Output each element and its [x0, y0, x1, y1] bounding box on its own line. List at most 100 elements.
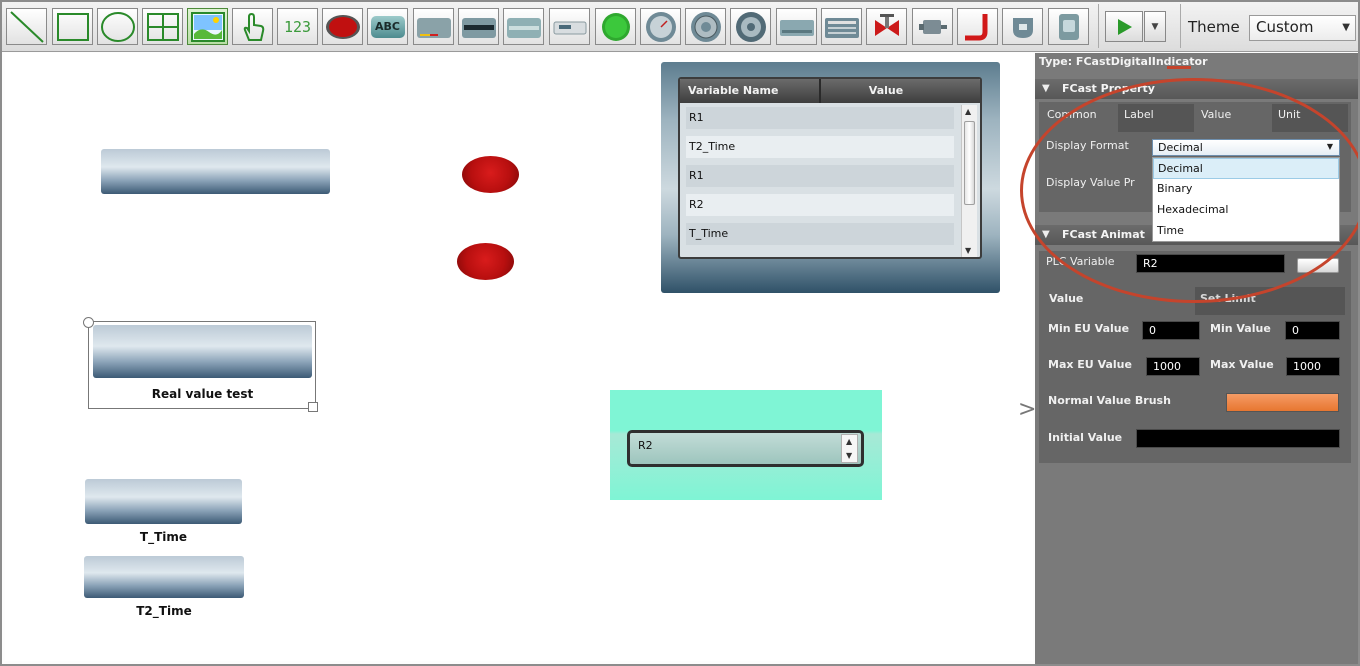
table-row[interactable]: R1 — [686, 107, 954, 129]
design-canvas[interactable]: Real value test T_Time T2_Time Variable … — [5, 53, 1036, 661]
property-section-header[interactable]: ▼ FCast Property — [1035, 79, 1360, 99]
header-value[interactable]: Value — [821, 79, 951, 103]
t2-time-indicator[interactable] — [84, 556, 244, 598]
move-handle[interactable] — [83, 317, 94, 328]
set-limit-label: Set Limit — [1200, 292, 1256, 305]
min-eu-field[interactable]: 0 — [1142, 321, 1200, 340]
input-field-tool-button[interactable] — [503, 8, 544, 45]
line-icon — [9, 10, 44, 43]
chevron-right-icon[interactable]: > — [1018, 397, 1036, 422]
red-button-tool-button[interactable] — [322, 8, 363, 45]
scroll-up-icon[interactable]: ▲ — [965, 107, 971, 116]
normal-value-brush-swatch[interactable] — [1226, 393, 1339, 412]
min-value-label: Min Value — [1210, 322, 1271, 335]
indicator-label: Real value test — [151, 387, 254, 401]
table-row[interactable]: T_Time — [686, 223, 954, 245]
digital-indicator-tool-button[interactable] — [458, 8, 499, 45]
header-variable-name[interactable]: Variable Name — [680, 79, 821, 103]
toolbar-divider — [1180, 4, 1181, 48]
animation-section-title: FCast Animat — [1062, 228, 1145, 241]
bar-gauge-tool-button[interactable] — [413, 8, 454, 45]
slider-tool-button[interactable] — [776, 8, 817, 45]
app-window: 123 ABC ▼ Theme Custom ▼ Real value test… — [0, 0, 1360, 666]
tab-value[interactable]: Value — [1195, 104, 1271, 132]
max-value-label: Max Value — [1210, 358, 1274, 371]
tab-anim-value[interactable]: Value — [1049, 292, 1083, 305]
tab-label[interactable]: Label — [1118, 104, 1194, 132]
tank-icon — [1012, 17, 1033, 38]
vertical-scrollbar[interactable]: ▲ ▼ — [961, 105, 977, 257]
line-tool-button[interactable] — [6, 8, 47, 45]
ellipse-icon — [100, 11, 135, 42]
format-option-binary[interactable]: Binary — [1153, 179, 1339, 200]
spin-up-icon[interactable]: ▲ — [846, 437, 852, 446]
spin-down-icon[interactable]: ▼ — [846, 451, 852, 460]
theme-select[interactable]: Custom ▼ — [1249, 15, 1356, 41]
green-lamp-tool-button[interactable] — [595, 8, 636, 45]
display-format-menu: Decimal Binary Hexadecimal Time — [1152, 157, 1340, 242]
rectangle-tool-button[interactable] — [52, 8, 93, 45]
plc-variable-field[interactable]: R2 — [1136, 254, 1285, 273]
dial-gauge-icon — [645, 11, 676, 42]
table-panel-icon — [824, 17, 859, 38]
meter-tool-button[interactable] — [730, 8, 771, 45]
scroll-thumb[interactable] — [964, 121, 975, 205]
chevron-down-icon: ▼ — [1151, 21, 1159, 32]
display-format-value: Decimal — [1158, 141, 1203, 154]
slider-icon — [779, 19, 814, 36]
min-value-field[interactable]: 0 — [1285, 321, 1340, 340]
property-panel: Type: FCastDigitalIndicator ▼ FCast Prop… — [1035, 53, 1360, 666]
variable-table-widget[interactable]: Variable Name Value R1 T2_Time R1 R2 T_T… — [661, 62, 1000, 293]
table-row[interactable]: R1 — [686, 165, 954, 187]
plc-variable-browse-button[interactable] — [1297, 258, 1339, 273]
max-value-field[interactable]: 1000 — [1286, 357, 1340, 376]
ellipse-tool-button[interactable] — [97, 8, 138, 45]
red-lamp[interactable] — [457, 243, 514, 280]
green-lamp-icon — [601, 12, 630, 41]
label-tool-button[interactable]: ABC — [367, 8, 408, 45]
table-panel-tool-button[interactable] — [821, 8, 862, 45]
image-tool-button[interactable] — [187, 8, 228, 45]
format-option-decimal[interactable]: Decimal — [1153, 158, 1339, 179]
tab-unit[interactable]: Unit — [1272, 104, 1348, 132]
resize-handle[interactable] — [308, 402, 318, 412]
display-panel-tool-button[interactable] — [549, 8, 590, 45]
red-lamp[interactable] — [462, 156, 519, 193]
format-option-time[interactable]: Time — [1153, 221, 1339, 242]
table-row[interactable]: R2 — [686, 194, 954, 216]
digital-indicator-body[interactable] — [93, 325, 312, 378]
rotary-gauge-icon — [690, 11, 721, 42]
play-icon — [1118, 18, 1132, 35]
display-format-select[interactable]: Decimal ▼ — [1152, 139, 1340, 156]
t2-time-label: T2_Time — [136, 604, 192, 618]
run-options-dropdown[interactable]: ▼ — [1144, 11, 1166, 42]
tab-set-limit[interactable]: Set Limit — [1195, 287, 1345, 315]
round-meter-icon — [735, 11, 766, 42]
device-tool-button[interactable] — [1048, 8, 1089, 45]
scroll-down-icon[interactable]: ▼ — [965, 246, 971, 255]
touch-tool-button[interactable] — [232, 8, 273, 45]
tank-tool-button[interactable] — [1002, 8, 1043, 45]
t-time-indicator[interactable] — [85, 479, 242, 524]
variable-selector-widget[interactable]: R2 ▲ ▼ — [610, 390, 882, 500]
format-option-hexadecimal[interactable]: Hexadecimal — [1153, 200, 1339, 221]
chevron-down-icon: ▼ — [1342, 22, 1350, 33]
max-eu-field[interactable]: 1000 — [1146, 357, 1200, 376]
dial-gauge-tool-button[interactable] — [640, 8, 681, 45]
variable-selector-box[interactable]: R2 ▲ ▼ — [627, 430, 864, 467]
numeric-tool-button[interactable]: 123 — [277, 8, 318, 45]
display-format-label: Display Format — [1046, 139, 1129, 152]
elbow-pipe-tool-button[interactable] — [957, 8, 998, 45]
grid-tool-button[interactable] — [142, 8, 183, 45]
rotary-gauge-tool-button[interactable] — [685, 8, 726, 45]
run-button[interactable] — [1105, 11, 1143, 42]
table-row[interactable]: T2_Time — [686, 136, 954, 158]
tab-common[interactable]: Common — [1041, 104, 1117, 132]
motor-tool-button[interactable] — [912, 8, 953, 45]
pipe-indicator[interactable] — [101, 149, 330, 194]
initial-value-field[interactable] — [1136, 429, 1340, 448]
valve-tool-button[interactable] — [866, 8, 907, 45]
image-icon — [190, 11, 225, 42]
property-section-title: FCast Property — [1062, 82, 1155, 95]
spin-buttons[interactable]: ▲ ▼ — [841, 434, 858, 463]
